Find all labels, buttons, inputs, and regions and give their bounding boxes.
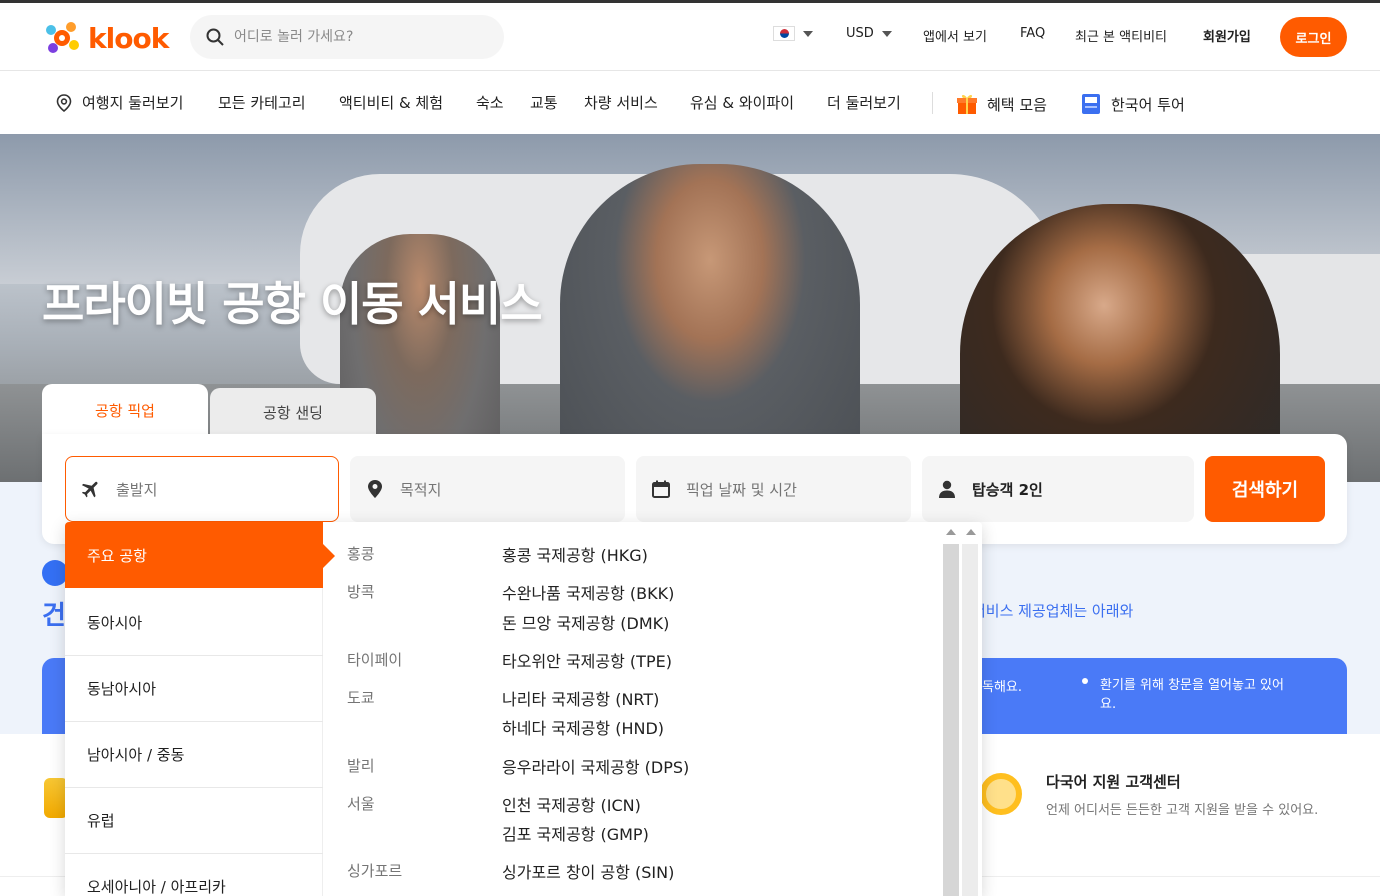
region-item-europe[interactable]: 유럽 xyxy=(65,788,323,854)
search-icon xyxy=(206,28,224,46)
app-link[interactable]: 앱에서 보기 xyxy=(923,26,987,45)
nav-item-stays[interactable]: 숙소 xyxy=(476,92,504,113)
region-item-major[interactable]: 주요 공항 xyxy=(65,522,323,588)
info-subtext: 서비스 제공업체는 아래와 xyxy=(972,602,1134,620)
dropdown-scrollbar[interactable] xyxy=(941,522,982,896)
info-heading: 건 xyxy=(42,601,66,631)
airport-list: 홍콩 홍콩 국제공항 (HKG) 방콕 수완나품 국제공항 (BKK) 돈 므앙… xyxy=(323,522,943,896)
logo-text: klook xyxy=(88,21,169,55)
tab-airport-sending[interactable]: 공항 샌딩 xyxy=(210,388,376,436)
nav-item-car-services[interactable]: 차량 서비스 xyxy=(584,92,658,113)
airport-option[interactable]: 김포 국제공항 (GMP) xyxy=(502,821,649,845)
login-button[interactable]: 로그인 xyxy=(1280,17,1347,57)
origin-placeholder: 출발지 xyxy=(116,480,158,499)
nav-item-all-categories[interactable]: 모든 카테고리 xyxy=(218,92,306,113)
chevron-down-icon xyxy=(881,30,892,37)
datetime-field[interactable]: 픽업 날짜 및 시간 xyxy=(636,456,911,522)
airport-option[interactable]: 타오위안 국제공항 (TPE) xyxy=(502,648,672,672)
city-label: 방콕 xyxy=(347,583,375,601)
klook-logo[interactable]: klook xyxy=(42,18,169,58)
city-label: 서울 xyxy=(347,795,375,813)
recent-viewed-link[interactable]: 최근 본 액티비티 xyxy=(1075,26,1167,45)
city-label: 도쿄 xyxy=(347,689,375,707)
support-title: 다국어 지원 고객센터 xyxy=(1046,773,1181,791)
airplane-icon xyxy=(80,478,102,500)
nav-label: 한국어 투어 xyxy=(1111,95,1185,114)
site-header: klook USD 앱에서 보기 FAQ 최근 본 액티비티 회원가입 로그인 xyxy=(0,3,1380,71)
korea-flag-icon xyxy=(773,26,795,41)
destination-placeholder: 목적지 xyxy=(400,480,442,499)
category-nav: 여행지 둘러보기 모든 카테고리 액티비티 & 체험 숙소 교통 차량 서비스 … xyxy=(0,72,1380,134)
airport-option[interactable]: 하네다 국제공항 (HND) xyxy=(502,715,664,739)
location-pin-icon xyxy=(364,478,386,500)
signup-link[interactable]: 회원가입 xyxy=(1203,26,1251,45)
nav-item-activities[interactable]: 액티비티 & 체험 xyxy=(339,92,443,113)
airport-option[interactable]: 응우라라이 국제공항 (DPS) xyxy=(502,754,689,778)
region-item-east-asia[interactable]: 동아시아 xyxy=(65,590,323,656)
site-search[interactable] xyxy=(190,15,504,59)
city-label: 싱가포르 xyxy=(347,862,403,880)
language-selector[interactable] xyxy=(773,26,813,41)
nav-item-transport[interactable]: 교통 xyxy=(530,92,558,113)
scrollbar-track[interactable] xyxy=(962,544,978,896)
kr-tour-icon xyxy=(1082,94,1100,114)
nav-item-destinations[interactable]: 여행지 둘러보기 xyxy=(54,92,183,113)
destination-field[interactable]: 목적지 xyxy=(350,456,625,522)
passenger-field[interactable]: 탑승객 2인 xyxy=(922,456,1194,522)
search-input[interactable] xyxy=(234,29,484,45)
scroll-up-icon[interactable] xyxy=(946,529,956,535)
airport-option[interactable]: 인천 국제공항 (ICN) xyxy=(502,792,641,816)
airport-option[interactable]: 수완나품 국제공항 (BKK) xyxy=(502,580,674,604)
nav-item-deals[interactable]: 혜택 모음 xyxy=(955,92,1047,116)
airport-option[interactable]: 나리타 국제공항 (NRT) xyxy=(502,686,659,710)
nav-label: 혜택 모음 xyxy=(987,95,1047,114)
chevron-down-icon xyxy=(803,30,813,37)
gift-icon xyxy=(957,94,977,114)
region-item-south-asia-middle-east[interactable]: 남아시아 / 중동 xyxy=(65,722,323,788)
faq-link[interactable]: FAQ xyxy=(1020,26,1045,41)
search-button[interactable]: 검색하기 xyxy=(1205,456,1325,522)
tab-airport-pickup[interactable]: 공항 픽업 xyxy=(42,384,208,436)
city-label: 홍콩 xyxy=(347,545,375,563)
person-icon xyxy=(936,478,958,500)
nav-item-korean-tour[interactable]: 한국어 투어 xyxy=(1080,92,1185,116)
notice-bullet-text: 환기를 위해 창문을 열어놓고 있어요. xyxy=(1100,678,1284,712)
klook-logo-icon xyxy=(46,22,79,53)
nav-item-more[interactable]: 더 둘러보기 xyxy=(827,92,901,113)
bullet-icon xyxy=(1082,678,1088,684)
region-item-southeast-asia[interactable]: 동남아시아 xyxy=(65,656,323,722)
currency-label: USD xyxy=(846,26,874,41)
nav-item-sim-wifi[interactable]: 유심 & 와이파이 xyxy=(690,92,794,113)
airport-dropdown: 주요 공항 동아시아 동남아시아 남아시아 / 중동 유럽 오세아니아 / 아프… xyxy=(65,522,982,896)
passenger-count: 탑승객 2인 xyxy=(972,480,1043,499)
airport-option[interactable]: 돈 므앙 국제공항 (DMK) xyxy=(502,610,669,634)
city-label: 타이페이 xyxy=(347,651,403,669)
airport-option[interactable]: 홍콩 국제공항 (HKG) xyxy=(502,542,648,566)
datetime-placeholder: 픽업 날짜 및 시간 xyxy=(686,480,797,499)
hero-title: 프라이빗 공항 이동 서비스 xyxy=(42,277,543,331)
notice-text: 독해요. xyxy=(982,680,1023,695)
calendar-icon xyxy=(650,478,672,500)
airport-option[interactable]: 싱가포르 창이 공항 (SIN) xyxy=(502,859,674,883)
location-pin-icon xyxy=(56,93,72,112)
nav-label: 여행지 둘러보기 xyxy=(82,94,184,112)
currency-selector[interactable]: USD xyxy=(846,26,892,41)
region-item-oceania-africa[interactable]: 오세아니아 / 아프리카 xyxy=(65,854,323,896)
nav-divider xyxy=(932,92,933,114)
scroll-up-icon[interactable] xyxy=(966,529,976,535)
region-list: 주요 공항 동아시아 동남아시아 남아시아 / 중동 유럽 오세아니아 / 아프… xyxy=(65,522,323,896)
scrollbar-thumb[interactable] xyxy=(943,544,959,896)
origin-field[interactable]: 출발지 xyxy=(65,456,339,522)
support-description: 언제 어디서든 든든한 고객 지원을 받을 수 있어요. xyxy=(1046,803,1319,818)
headset-icon xyxy=(980,773,1022,815)
city-label: 발리 xyxy=(347,757,375,775)
